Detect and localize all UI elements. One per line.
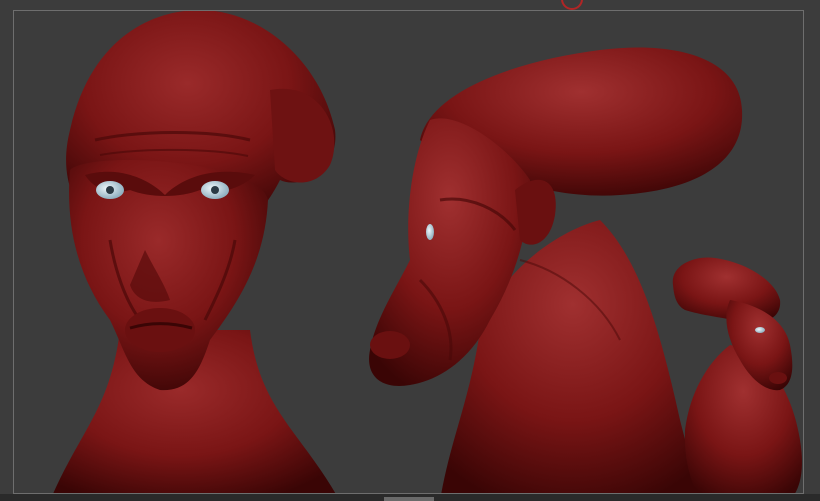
viewport-frame (13, 10, 804, 494)
zbrush-canvas[interactable] (0, 0, 820, 501)
scroll-handle-icon[interactable] (384, 497, 434, 501)
